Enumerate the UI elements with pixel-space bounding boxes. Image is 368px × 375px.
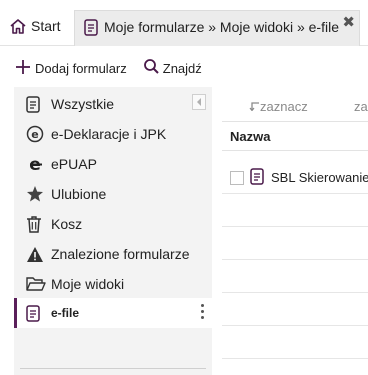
column-header-nazwa[interactable]: Nazwa	[222, 121, 368, 151]
sidebar-item-epuap[interactable]: e ePUAP	[14, 149, 212, 179]
table-row-empty	[222, 293, 368, 326]
document-icon	[84, 19, 98, 39]
table-row-empty	[222, 194, 368, 227]
document-icon	[26, 303, 48, 323]
sidebar-item-znalezione[interactable]: Znalezione formularze	[14, 239, 212, 269]
add-form-label: Dodaj formularz	[35, 60, 127, 76]
sidebar-item-label: Znalezione formularze	[51, 246, 190, 262]
tab-e-file[interactable]: Moje formularze » Moje widoki » e-file ✖	[74, 10, 360, 46]
star-icon	[26, 184, 48, 204]
sidebar-item-kosz[interactable]: Kosz	[14, 209, 212, 239]
find-label: Znajdź	[162, 60, 202, 76]
sidebar-item-e-file[interactable]: e-file	[14, 298, 212, 328]
select-all-label: zaznacz	[260, 99, 308, 114]
sidebar-item-label: ePUAP	[51, 156, 97, 172]
epuap-icon: e	[26, 154, 48, 174]
select-all-link[interactable]: zaznacz	[248, 99, 308, 114]
sidebar-item-label: Wszystkie	[51, 96, 114, 112]
table-row[interactable]: SBL Skierowanie	[222, 161, 368, 194]
svg-text:e: e	[31, 128, 38, 141]
close-icon[interactable]: ✖	[342, 13, 355, 31]
sidebar-item-label: e-Deklaracje i JPK	[51, 126, 167, 142]
form-list: zaznacz za Nazwa SBL Skierowanie	[222, 87, 368, 375]
table-row-empty	[222, 260, 368, 293]
row-checkbox[interactable]	[230, 171, 244, 185]
warning-icon	[26, 244, 48, 264]
e-deklaracje-icon: e	[26, 124, 48, 144]
tab-e-file-label: Moje formularze » Moje widoki » e-file	[104, 19, 339, 35]
sidebar-item-label: Kosz	[51, 216, 83, 232]
sidebar-item-label: Ulubione	[51, 186, 107, 202]
find-button[interactable]: Znajdź	[143, 58, 202, 78]
document-icon	[26, 94, 48, 114]
more-options-icon[interactable]	[201, 304, 204, 319]
tab-start-label: Start	[31, 18, 61, 34]
table-row-empty	[222, 326, 368, 359]
column-header-label: Nazwa	[230, 128, 271, 144]
truncated-action-link[interactable]: za	[354, 99, 368, 114]
tab-bar: Start Moje formularze » Moje widoki » e-…	[0, 0, 368, 46]
sidebar: Wszystkie e e-Deklaracje i JPK e ePUAP U…	[14, 87, 212, 375]
plus-icon	[14, 58, 32, 79]
sidebar-item-label: Moje widoki	[51, 276, 125, 292]
folder-open-icon	[26, 274, 48, 294]
sidebar-item-label: e-file	[51, 306, 80, 320]
row-name: SBL Skierowanie	[271, 170, 368, 185]
sidebar-item-moje-widoki[interactable]: Moje widoki	[14, 269, 212, 299]
sidebar-item-ulubione[interactable]: Ulubione	[14, 179, 212, 209]
table-actions: zaznacz za	[222, 99, 368, 115]
document-icon	[250, 168, 264, 188]
sidebar-divider	[20, 368, 206, 369]
toolbar: Dodaj formularz Znajdź	[0, 56, 202, 80]
sidebar-item-wszystkie[interactable]: Wszystkie	[14, 89, 212, 119]
table-row-empty	[222, 227, 368, 260]
trash-icon	[26, 214, 48, 234]
sidebar-item-e-deklaracje[interactable]: e e-Deklaracje i JPK	[14, 119, 212, 149]
tab-start[interactable]: Start	[0, 10, 74, 46]
search-icon	[143, 58, 160, 78]
home-icon	[9, 18, 27, 38]
corner-arrow-icon	[248, 99, 260, 114]
add-form-button[interactable]: Dodaj formularz	[14, 58, 127, 79]
